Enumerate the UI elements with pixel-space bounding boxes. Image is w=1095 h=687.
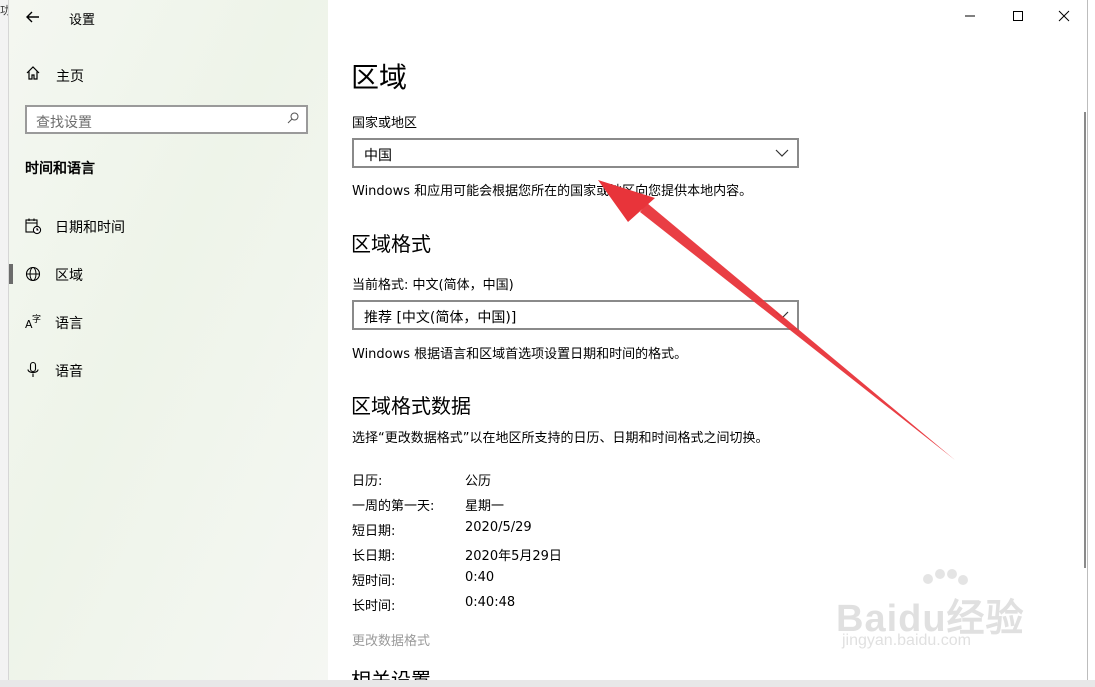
taskbar-edge bbox=[0, 680, 1095, 687]
watermark-url: jingyan.baidu.com bbox=[842, 632, 971, 649]
baidu-watermark: Baidu经验 jingyan.baidu.com bbox=[836, 565, 1046, 649]
